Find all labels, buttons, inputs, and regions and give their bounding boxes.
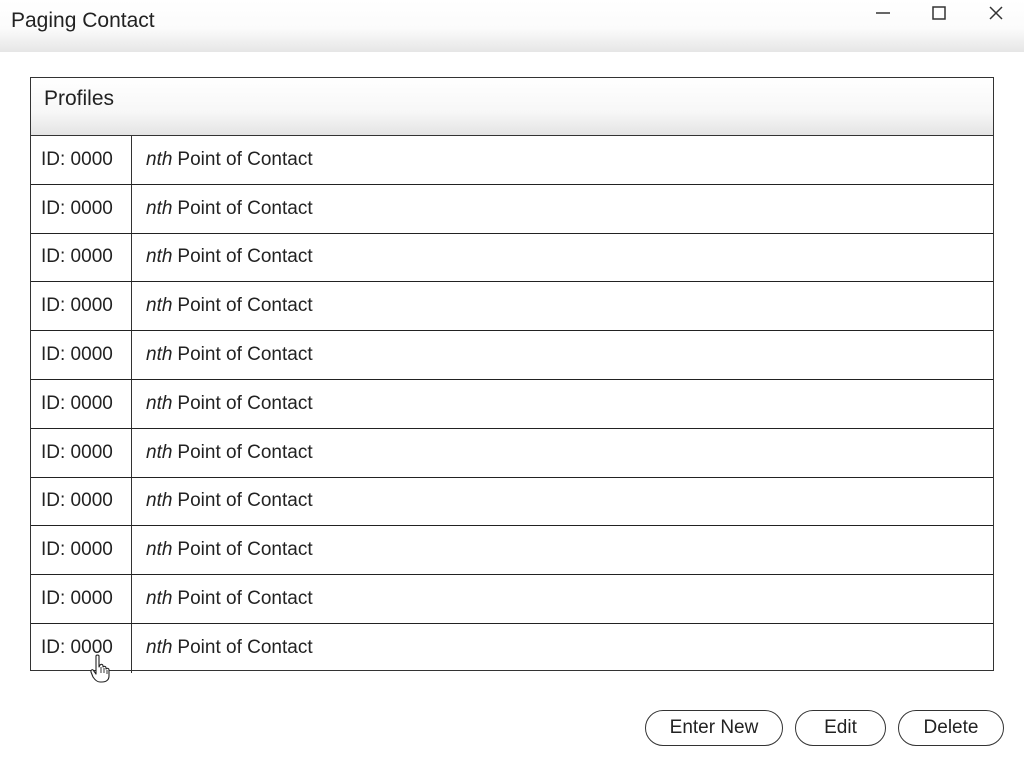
profile-name-text: Point of Contact bbox=[177, 637, 313, 659]
profile-name-emphasis: nth bbox=[146, 148, 173, 170]
profile-name: nth Point of Contact bbox=[132, 624, 993, 673]
profile-row[interactable]: ID: 0000 nth Point of Contact bbox=[31, 526, 993, 576]
minimize-icon bbox=[876, 12, 890, 14]
profile-name-emphasis: nth bbox=[146, 588, 173, 610]
profile-name-emphasis: nth bbox=[146, 441, 173, 463]
profile-name-text: Point of Contact bbox=[177, 246, 313, 268]
profile-row[interactable]: ID: 0000 nth Point of Contact bbox=[31, 282, 993, 332]
profile-row[interactable]: ID: 0000 nth Point of Contact bbox=[31, 428, 993, 478]
title-bar: Paging Contact bbox=[0, 0, 1024, 52]
delete-button[interactable]: Delete bbox=[898, 710, 1004, 746]
profile-name-emphasis: nth bbox=[146, 344, 173, 366]
profiles-rows: ID: 0000 nth Point of Contact ID: 0000 nth Po… bbox=[31, 136, 993, 673]
profile-name: nth Point of Contact bbox=[132, 478, 993, 526]
paging-contact-window: Paging Contact Profiles ID: 0000 nth Point… bbox=[0, 0, 1024, 768]
profile-name-text: Point of Contact bbox=[177, 295, 313, 317]
profile-name: nth Point of Contact bbox=[132, 282, 993, 330]
profile-name-text: Point of Contact bbox=[177, 441, 313, 463]
profile-row[interactable]: ID: 0000 nth Point of Contact bbox=[31, 136, 993, 185]
profile-name: nth Point of Contact bbox=[132, 429, 993, 477]
close-button[interactable] bbox=[976, 0, 1016, 26]
profile-id: ID: 0000 bbox=[31, 331, 132, 379]
profile-name-text: Point of Contact bbox=[177, 539, 313, 561]
window-title: Paging Contact bbox=[11, 9, 155, 32]
profile-id: ID: 0000 bbox=[31, 282, 132, 331]
profile-id: ID: 0000 bbox=[31, 477, 132, 526]
profile-name: nth Point of Contact bbox=[132, 185, 993, 233]
profile-id: ID: 0000 bbox=[31, 428, 132, 477]
minimize-button[interactable] bbox=[863, 0, 903, 26]
profile-row[interactable]: ID: 0000 nth Point of Contact bbox=[31, 477, 993, 527]
profile-name-text: Point of Contact bbox=[177, 148, 313, 170]
profile-row[interactable]: ID: 0000 nth Point of Contact bbox=[31, 379, 993, 429]
profile-id: ID: 0000 bbox=[31, 575, 132, 623]
profile-name: nth Point of Contact bbox=[132, 234, 993, 282]
profile-id: ID: 0000 bbox=[31, 623, 132, 673]
profile-name-text: Point of Contact bbox=[177, 490, 313, 512]
enter-new-button[interactable]: Enter New bbox=[645, 710, 783, 746]
profile-name-emphasis: nth bbox=[146, 539, 173, 561]
profile-name-emphasis: nth bbox=[146, 295, 173, 317]
profile-name-emphasis: nth bbox=[146, 392, 173, 414]
edit-button[interactable]: Edit bbox=[795, 710, 886, 746]
maximize-icon bbox=[932, 6, 946, 20]
profile-id: ID: 0000 bbox=[31, 379, 132, 428]
profile-row[interactable]: ID: 0000 nth Point of Contact bbox=[31, 184, 993, 234]
profile-name-emphasis: nth bbox=[146, 637, 173, 659]
profile-name-emphasis: nth bbox=[146, 490, 173, 512]
profile-row[interactable]: ID: 0000 nth Point of Contact bbox=[31, 575, 993, 624]
profile-id: ID: 0000 bbox=[31, 136, 132, 184]
profile-name-emphasis: nth bbox=[146, 246, 173, 268]
profiles-table: Profiles ID: 0000 nth Point of Contact ID: … bbox=[30, 77, 994, 673]
profile-name: nth Point of Contact bbox=[132, 526, 993, 574]
profile-name-text: Point of Contact bbox=[177, 344, 313, 366]
profiles-header: Profiles bbox=[31, 78, 993, 136]
profile-id: ID: 0000 bbox=[31, 526, 132, 575]
profile-id: ID: 0000 bbox=[31, 233, 132, 282]
maximize-button[interactable] bbox=[919, 0, 959, 26]
profile-name: nth Point of Contact bbox=[132, 380, 993, 428]
profile-name-emphasis: nth bbox=[146, 197, 173, 219]
profile-name: nth Point of Contact bbox=[132, 136, 993, 184]
profile-row[interactable]: ID: 0000 nth Point of Contact bbox=[31, 331, 993, 380]
profile-id: ID: 0000 bbox=[31, 184, 132, 233]
profile-name-text: Point of Contact bbox=[177, 197, 313, 219]
profile-name: nth Point of Contact bbox=[132, 331, 993, 379]
profile-row[interactable]: ID: 0000 nth Point of Contact bbox=[31, 623, 993, 673]
profile-name-text: Point of Contact bbox=[177, 392, 313, 414]
profile-name: nth Point of Contact bbox=[132, 575, 993, 623]
profile-name-text: Point of Contact bbox=[177, 588, 313, 610]
close-icon bbox=[989, 6, 1003, 20]
profile-row[interactable]: ID: 0000 nth Point of Contact bbox=[31, 233, 993, 283]
